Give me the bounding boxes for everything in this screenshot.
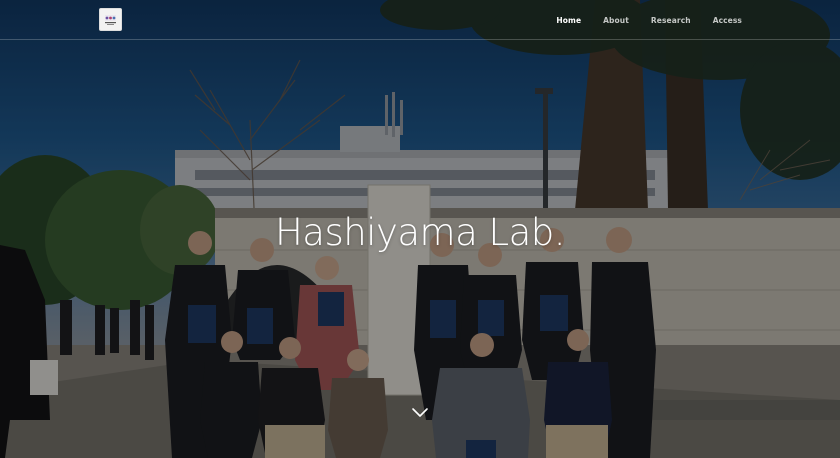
main-nav: Home About Research Access	[534, 0, 742, 40]
nav-home[interactable]: Home	[556, 16, 581, 25]
chevron-down-icon[interactable]	[409, 404, 431, 422]
nav-access[interactable]: Access	[713, 16, 742, 25]
nav-about[interactable]: About	[603, 16, 629, 25]
site-header: Home About Research Access	[0, 0, 840, 40]
hero-title: Hashiyama Lab.	[274, 211, 566, 254]
nav-research[interactable]: Research	[651, 16, 691, 25]
lab-logo-icon[interactable]	[99, 8, 122, 31]
logo-mark	[105, 15, 116, 25]
hero-section: Home About Research Access Hashiyama Lab…	[0, 0, 840, 458]
